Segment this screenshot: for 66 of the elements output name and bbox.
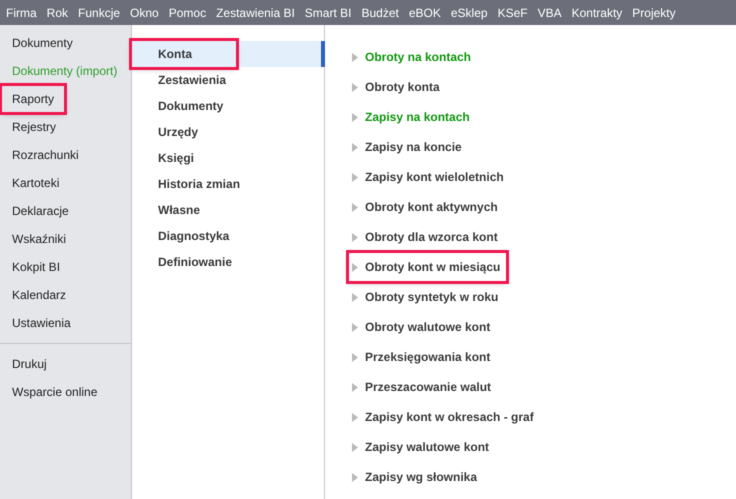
category-item[interactable]: Diagnostyka [132, 223, 230, 249]
category-item[interactable]: Zestawienia [132, 67, 226, 93]
menu-item[interactable]: Funkcje [78, 4, 120, 22]
category-item[interactable]: Dokumenty [132, 93, 224, 119]
sidebar-item[interactable]: Kokpit BI [2, 254, 70, 280]
sidebar-item[interactable]: Dokumenty [2, 30, 83, 56]
menu-item[interactable]: Rok [46, 4, 68, 22]
menu-item[interactable]: Smart BI [304, 4, 352, 22]
sidebar-item[interactable]: Deklaracje [2, 198, 79, 224]
menu-item[interactable]: Kontrakty [572, 4, 622, 22]
triangle-icon [352, 112, 358, 122]
selection-bar [321, 41, 325, 67]
menu-item[interactable]: eBOK [408, 4, 441, 22]
category-item[interactable]: Definiowanie [132, 249, 232, 275]
triangle-icon [352, 382, 358, 392]
triangle-icon [352, 202, 358, 212]
category-item[interactable]: Urzędy [132, 119, 198, 145]
report-link[interactable]: Zapisy walutowe kont [349, 433, 496, 461]
menu-item[interactable]: Budżet [361, 4, 399, 22]
menu-item[interactable]: Okno [130, 4, 159, 22]
menu-item[interactable]: KSeF [498, 4, 528, 22]
category-item[interactable]: Księgi [132, 145, 194, 171]
triangle-icon [352, 472, 358, 482]
report-link[interactable]: Przeksięgowania kont [349, 343, 496, 371]
sidebar-item[interactable]: Wskaźniki [2, 226, 76, 252]
report-link[interactable]: Zapisy na koncie [349, 133, 468, 161]
triangle-icon [352, 322, 358, 332]
sidebar-item[interactable]: Kalendarz [2, 282, 76, 308]
report-link[interactable]: Obroty walutowe kont [349, 313, 496, 341]
report-link[interactable]: Przeszacowanie walut [349, 373, 498, 401]
report-link[interactable]: Zapisy kont w okresach - graf [349, 403, 540, 431]
triangle-icon [352, 262, 358, 272]
sidebar-item[interactable]: Wsparcie online [2, 379, 108, 405]
report-link[interactable]: Obroty dla wzorca kont [349, 223, 504, 251]
triangle-icon [352, 172, 358, 182]
sidebar-item[interactable]: Rozrachunki [2, 142, 89, 168]
report-link[interactable]: Zapisy wg słownika [349, 463, 484, 491]
triangle-icon [352, 292, 358, 302]
category-item[interactable]: Konta [132, 41, 236, 67]
report-link[interactable]: Zapisy kont wieloletnich [349, 163, 510, 191]
sidebar-item[interactable]: Ustawienia [2, 310, 81, 336]
triangle-icon [352, 82, 358, 92]
triangle-icon [352, 52, 358, 62]
triangle-icon [352, 352, 358, 362]
menu-item[interactable]: Projekty [632, 4, 676, 22]
triangle-icon [352, 232, 358, 242]
report-link[interactable]: Obroty kont aktywnych [349, 193, 504, 221]
menu-item[interactable]: eSklep [450, 4, 488, 22]
sidebar-item[interactable]: Rejestry [2, 114, 66, 140]
sidebar-item[interactable]: Drukuj [2, 351, 57, 377]
sidebar-item[interactable]: Raporty [2, 86, 64, 112]
report-link[interactable]: Obroty syntetyk w roku [349, 283, 504, 311]
report-link[interactable]: Obroty kont w miesiącu [349, 253, 506, 281]
menu-item[interactable]: Zestawienia BI [216, 4, 295, 22]
menu-item[interactable]: VBA [538, 4, 562, 22]
menu-item[interactable]: Firma [6, 4, 37, 22]
sidebar-item[interactable]: Kartoteki [2, 170, 70, 196]
triangle-icon [352, 442, 358, 452]
report-link[interactable]: Obroty konta [349, 73, 446, 101]
report-link[interactable]: Zapisy na kontach [349, 103, 476, 131]
menu-item[interactable]: Pomoc [168, 4, 206, 22]
report-link[interactable]: Obroty na kontach [349, 43, 478, 71]
triangle-icon [352, 412, 358, 422]
category-item[interactable]: Historia zmian [132, 171, 240, 197]
triangle-icon [352, 142, 358, 152]
category-item[interactable]: Własne [132, 197, 200, 223]
